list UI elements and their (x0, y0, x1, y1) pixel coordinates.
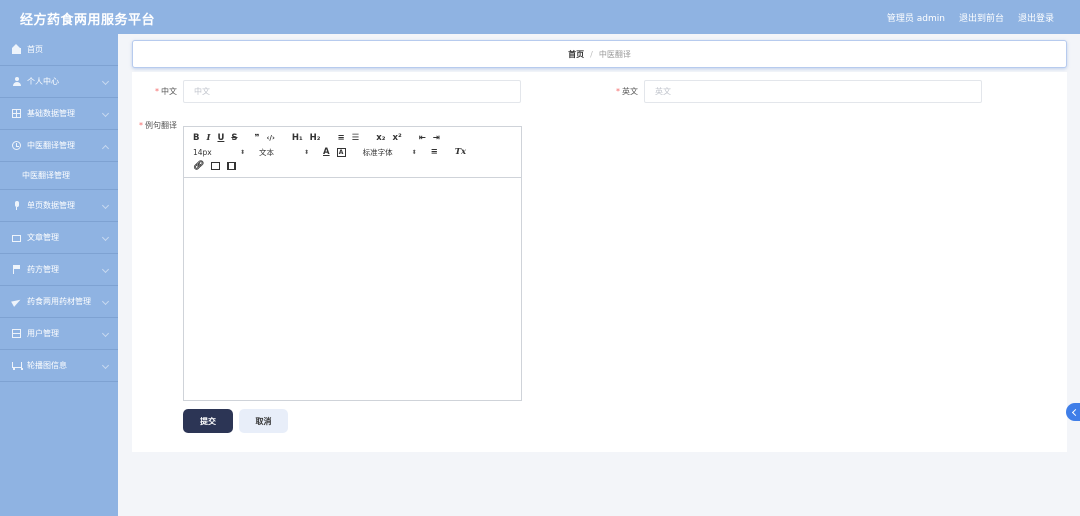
sidebar-item-profile[interactable]: 个人中心 (0, 66, 118, 98)
breadcrumb: 首页 / 中医翻译 (132, 40, 1067, 68)
sidebar: 首页 个人中心 基础数据管理 中医翻译管理 中医翻译管理 单页数据管理 文章管理… (0, 34, 118, 516)
cancel-button[interactable]: 取消 (239, 409, 288, 433)
chevron-down-icon (101, 329, 110, 338)
sidebar-item-label: 基础数据管理 (27, 109, 75, 118)
chevron-down-icon (101, 297, 110, 306)
user-icon (12, 77, 21, 86)
select-arrow-icon: ⬍ (411, 148, 417, 156)
underline-button[interactable]: U (217, 132, 224, 144)
font-size-select[interactable]: 14px ⬍ (193, 148, 245, 157)
clock-icon (12, 141, 21, 150)
sidebar-item-single-page[interactable]: 单页数据管理 (0, 190, 118, 222)
home-icon (12, 44, 21, 54)
breadcrumb-home[interactable]: 首页 (568, 49, 584, 60)
align-button[interactable]: ≡ (431, 146, 438, 158)
required-mark: * (139, 121, 143, 130)
select-arrow-icon: ⬍ (303, 148, 309, 156)
flag-icon (12, 265, 21, 274)
link-button[interactable]: 🔗︎ (193, 160, 204, 172)
required-mark: * (616, 87, 620, 96)
font-color-button[interactable]: A (323, 146, 330, 158)
breadcrumb-separator: / (590, 49, 593, 59)
editor-toolbar: B I U S ❞ ‹/› H₁ H₂ ≡ ☰ x₂ x² ⇤ ⇥ 14px ⬍… (184, 127, 521, 178)
back-to-front-link[interactable]: 退出到前台 (959, 11, 1004, 24)
admin-label: 管理员 admin (886, 14, 945, 24)
sidebar-item-label: 药方管理 (27, 265, 59, 274)
sidebar-item-label: 首页 (27, 45, 43, 54)
sidebar-item-label: 文章管理 (27, 233, 59, 242)
submenu-item-tcm-translation[interactable]: 中医翻译管理 (0, 162, 118, 190)
font-family-select[interactable]: 标准字体 ⬍ (363, 147, 417, 158)
submenu-item-label: 中医翻译管理 (22, 171, 70, 180)
chevron-down-icon (101, 109, 110, 118)
film-icon (227, 162, 237, 170)
background-color-button[interactable]: A (336, 147, 346, 157)
grid-icon (12, 109, 21, 118)
chevron-down-icon (101, 233, 110, 242)
chevron-down-icon (101, 265, 110, 274)
chinese-input[interactable]: 中文 (183, 80, 521, 103)
chevron-down-icon (101, 361, 110, 370)
chevron-down-icon (101, 77, 110, 86)
sidebar-item-users[interactable]: 用户管理 (0, 318, 118, 350)
sidebar-item-home[interactable]: 首页 (0, 34, 118, 66)
chinese-field-label: * 中文 (155, 87, 177, 96)
cart-icon (12, 361, 23, 370)
video-button[interactable] (227, 160, 237, 172)
breadcrumb-current: 中医翻译 (598, 49, 631, 59)
table-icon (12, 329, 21, 338)
sidebar-item-tcm-translation[interactable]: 中医翻译管理 (0, 130, 118, 162)
sidebar-item-label: 个人中心 (27, 77, 59, 86)
required-mark: * (155, 87, 159, 96)
chevron-down-icon (101, 201, 110, 210)
plane-icon (12, 297, 21, 306)
bullet-list-button[interactable]: ☰ (352, 132, 360, 144)
bold-button[interactable]: B (193, 132, 199, 144)
chevron-left-icon[interactable] (1066, 403, 1080, 421)
blockquote-button[interactable]: ❞ (255, 132, 260, 144)
italic-button[interactable]: I (206, 132, 210, 144)
select-arrow-icon: ⬍ (239, 148, 245, 156)
clean-format-button[interactable]: Tx (455, 146, 466, 158)
sidebar-item-prescriptions[interactable]: 药方管理 (0, 254, 118, 286)
ordered-list-button[interactable]: ≡ (338, 132, 345, 144)
form-panel: * 中文 中文 * 英文 英文 * 例句翻译 B I U S ❞ ‹/› H₁ H₂ … (132, 72, 1067, 452)
example-field-label: * 例句翻译 (139, 121, 177, 130)
logout-link[interactable]: 退出登录 (1018, 11, 1054, 24)
sidebar-item-carousel[interactable]: 轮播图信息 (0, 350, 118, 382)
header-actions: 管理员 admin 退出到前台 退出登录 (887, 11, 1054, 24)
editor-content-area[interactable] (184, 178, 521, 400)
header2-button[interactable]: H₂ (310, 132, 321, 144)
header1-button[interactable]: H₁ (292, 132, 303, 144)
sidebar-item-label: 单页数据管理 (27, 201, 75, 210)
card-icon (12, 234, 21, 242)
sidebar-item-herbs[interactable]: 药食两用药材管理 (0, 286, 118, 318)
sidebar-item-label: 药食两用药材管理 (27, 297, 91, 306)
outdent-button[interactable]: ⇤ (419, 132, 426, 144)
text-style-select[interactable]: 文本 ⬍ (259, 147, 309, 158)
english-input[interactable]: 英文 (644, 80, 982, 103)
sidebar-item-base-data[interactable]: 基础数据管理 (0, 98, 118, 130)
subscript-button[interactable]: x₂ (376, 132, 385, 144)
code-button[interactable]: ‹/› (267, 132, 275, 144)
submit-button[interactable]: 提交 (183, 409, 233, 433)
mic-icon (12, 201, 21, 210)
english-field-label: * 英文 (616, 87, 638, 96)
strikethrough-button[interactable]: S (231, 132, 237, 144)
app-title: 经方药食两用服务平台 (20, 13, 156, 28)
rich-text-editor: B I U S ❞ ‹/› H₁ H₂ ≡ ☰ x₂ x² ⇤ ⇥ 14px ⬍… (183, 126, 522, 401)
link-icon: 🔗︎ (193, 161, 205, 171)
sidebar-item-articles[interactable]: 文章管理 (0, 222, 118, 254)
superscript-button[interactable]: x² (392, 132, 401, 144)
image-button[interactable] (211, 160, 221, 172)
chevron-up-icon (101, 144, 110, 153)
image-icon (211, 162, 221, 170)
sidebar-item-label: 轮播图信息 (27, 361, 67, 370)
indent-button[interactable]: ⇥ (433, 132, 440, 144)
sidebar-item-label: 用户管理 (27, 329, 59, 338)
sidebar-item-label: 中医翻译管理 (27, 141, 75, 150)
top-header: 经方药食两用服务平台 管理员 admin 退出到前台 退出登录 (0, 0, 1080, 34)
